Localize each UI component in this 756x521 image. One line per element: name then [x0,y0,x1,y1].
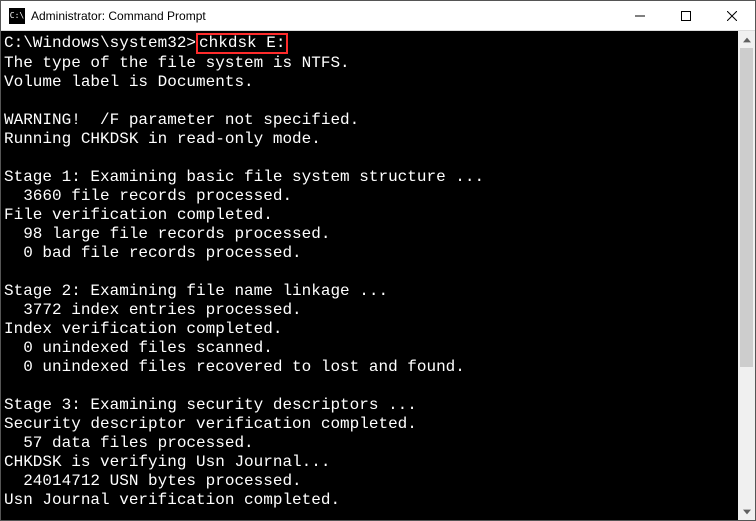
window-controls [617,1,755,30]
output-line: Index verification completed. [4,320,738,339]
prompt-path: C:\Windows\system32> [4,34,196,52]
scroll-down-arrow-icon[interactable] [738,503,755,520]
vertical-scrollbar[interactable] [738,31,755,520]
output-line: 24014712 USN bytes processed. [4,472,738,491]
output-line: 98 large file records processed. [4,225,738,244]
output-line: 3660 file records processed. [4,187,738,206]
command-prompt-window: C:\ Administrator: Command Prompt C:\Win… [0,0,756,521]
output-line: Security descriptor verification complet… [4,415,738,434]
scroll-thumb[interactable] [740,48,753,367]
blank-line [4,510,738,520]
terminal-content: C:\Windows\system32>chkdsk E: The type o… [4,33,755,520]
output-line: File verification completed. [4,206,738,225]
minimize-button[interactable] [617,1,663,31]
command-highlight: chkdsk E: [196,33,288,54]
output-line: Stage 3: Examining security descriptors … [4,396,738,415]
scroll-up-arrow-icon[interactable] [738,31,755,48]
app-icon: C:\ [9,8,25,24]
terminal-area[interactable]: C:\Windows\system32>chkdsk E: The type o… [1,31,755,520]
scroll-track[interactable] [738,48,755,503]
output-line: Volume label is Documents. [4,73,738,92]
output-line [4,92,738,111]
output-line: 57 data files processed. [4,434,738,453]
output-line: 0 unindexed files recovered to lost and … [4,358,738,377]
output-line [4,263,738,282]
output-line: Usn Journal verification completed. [4,491,738,510]
output-line [4,149,738,168]
output-line: WARNING! /F parameter not specified. [4,111,738,130]
output-line [4,377,738,396]
output-line: Stage 1: Examining basic file system str… [4,168,738,187]
output-line: 3772 index entries processed. [4,301,738,320]
output-line: The type of the file system is NTFS. [4,54,738,73]
close-button[interactable] [709,1,755,31]
output-line: Running CHKDSK in read-only mode. [4,130,738,149]
titlebar[interactable]: C:\ Administrator: Command Prompt [1,1,755,31]
output-line: 0 unindexed files scanned. [4,339,738,358]
output-line: 0 bad file records processed. [4,244,738,263]
window-title: Administrator: Command Prompt [31,9,617,23]
prompt-line: C:\Windows\system32>chkdsk E: [4,33,738,54]
output-line: CHKDSK is verifying Usn Journal... [4,453,738,472]
output-line: Stage 2: Examining file name linkage ... [4,282,738,301]
maximize-button[interactable] [663,1,709,31]
